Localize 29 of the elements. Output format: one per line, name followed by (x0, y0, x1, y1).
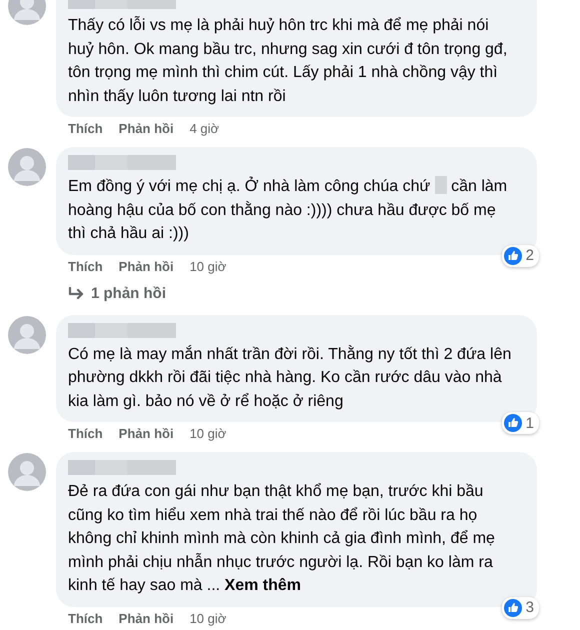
timestamp[interactable]: 10 giờ (190, 258, 226, 276)
comment-text: Đẻ ra đứa con gái như bạn thật khổ mẹ bạn, trước khi bầu cũng ko tìm hiểu xem nhà trai thế nào để rồi lúc bầu ra họ không chỉ khinh mình mà còn khinh cả gia đình mình, để mẹ mình phải chịu nhẫn nhục trước người lạ. Rồi bạn ko làm ra kinh tế hay sao mà ... Xem thêm (68, 482, 496, 596)
like-link[interactable]: Thích (68, 610, 103, 628)
comment-text: Có mẹ là may mắn nhất trần đời rồi. Thằng ny tốt thì 2 đứa lên phường dkkh rồi đãi tiệc nhà hàng. Ko cần rước dâu vào nhà kia làm gì. bảo nó về ở rể hoặc ở riêng (68, 344, 512, 412)
see-more-link[interactable]: Xem thêm (224, 577, 301, 594)
timestamp[interactable]: 10 giờ (190, 610, 226, 628)
reaction-badge[interactable]: 3 (502, 596, 539, 618)
view-replies-link[interactable]: 1 phản hồi (91, 284, 166, 304)
like-link[interactable]: Thích (68, 258, 103, 276)
reply-link[interactable]: Phản hồi (118, 425, 174, 443)
comment-text: Thấy có lỗi vs mẹ là phải huỷ hôn trc khi mà để mẹ phải nói huỷ hôn. Ok mang bầu trc, nhưng sag xin cưới đ tôn trọng gđ, tôn trọng mẹ mình thì chim cút. Lấy phải 1 nhà chồng vậy thì nhìn thấy luôn tương lai ntn rồi (68, 15, 508, 106)
reply-link[interactable]: Phản hồi (118, 258, 174, 276)
like-link[interactable]: Thích (68, 425, 103, 443)
blur-patch (434, 176, 447, 194)
timestamp[interactable]: 10 giờ (190, 425, 226, 443)
like-icon (504, 414, 522, 432)
like-icon (504, 598, 522, 616)
like-icon (504, 246, 522, 264)
reply-arrow-icon (68, 286, 85, 300)
avatar[interactable] (8, 453, 46, 491)
timestamp[interactable]: 4 giờ (190, 120, 220, 138)
avatar[interactable] (8, 316, 46, 354)
reaction-badge[interactable]: 2 (502, 244, 539, 266)
reaction-badge[interactable]: 1 (502, 412, 539, 434)
comment-text: Em đồng ý với mẹ chị ạ. Ở nhà làm công chúa chứ cần làm hoàng hậu của bố con thằng nào :)))) chưa hầu được bố mẹ thì chả hầu ai :))) (68, 175, 508, 244)
like-link[interactable]: Thích (68, 120, 103, 138)
reply-link[interactable]: Phản hồi (118, 120, 174, 138)
reply-link[interactable]: Phản hồi (118, 610, 174, 628)
avatar[interactable] (8, 148, 46, 186)
